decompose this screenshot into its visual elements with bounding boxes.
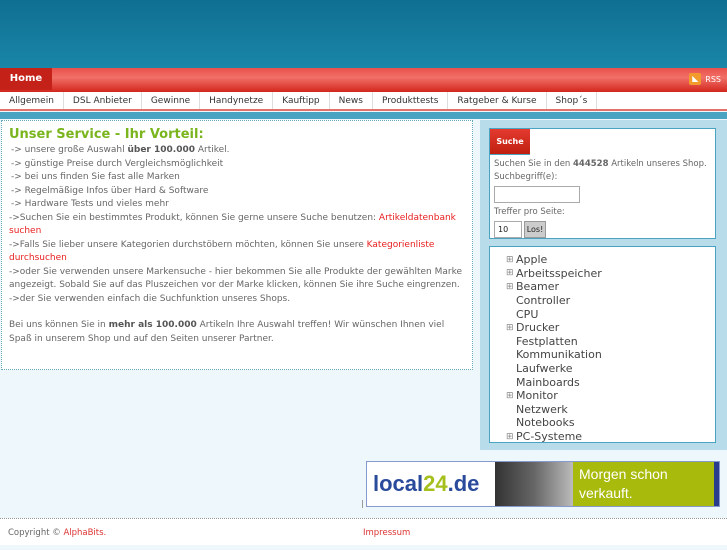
category-label: Apple <box>516 253 548 267</box>
expand-plus-icon[interactable]: ⊞ <box>506 268 516 278</box>
category-label: Laufwerke <box>516 362 573 376</box>
category-label: Arbeitsspeicher <box>516 266 602 280</box>
nav-item[interactable]: Allgemein <box>0 92 64 109</box>
service-item: -> unsere große Auswahl über 100.000 Art… <box>11 145 230 155</box>
category-item[interactable]: ⊞ Apple <box>506 253 715 267</box>
expand-plus-icon[interactable]: ⊞ <box>506 432 516 442</box>
info-text: ->Suchen Sie ein bestimmtes Produkt, kön… <box>9 212 456 237</box>
category-item[interactable]: ⊞ Arbeitsspeicher <box>506 267 715 281</box>
category-label: Monitor <box>516 389 558 403</box>
nav-item[interactable]: DSL Anbieter <box>64 92 142 109</box>
ad-banner[interactable]: local24.de ◎ Morgen schonverkauft. <box>366 461 720 540</box>
category-label: CPU <box>516 307 539 321</box>
per-page-label: Treffer pro Seite: <box>494 207 565 217</box>
category-item[interactable]: ⊞ Beamer <box>506 280 715 294</box>
expand-plus-icon[interactable]: ⊞ <box>506 323 516 333</box>
category-item[interactable]: CPU <box>506 307 715 321</box>
search-box: Suche Suchen Sie in den 444528 Artikeln … <box>489 128 716 239</box>
top-bar: Home ◣ RSS <box>0 68 727 92</box>
info-text: ->Falls Sie lieber unsere Kategorien dur… <box>9 239 435 264</box>
copyright: Copyright © AlphaBits. <box>8 528 107 538</box>
category-label: Notebooks <box>516 416 575 430</box>
category-item[interactable]: ⊞ PC-Systeme <box>506 430 715 444</box>
nav-item[interactable]: Gewinne <box>142 92 201 109</box>
category-item[interactable]: ⊞ Monitor <box>506 389 715 403</box>
expand-plus-icon[interactable]: ⊞ <box>506 255 516 265</box>
category-label: Kommunikation <box>516 348 602 362</box>
divider <box>0 112 727 119</box>
category-item[interactable]: Festplatten <box>506 335 715 349</box>
info-text: ->der Sie verwenden einfach die Suchfunk… <box>9 293 291 304</box>
rss-icon: ◣ <box>689 73 702 85</box>
category-item[interactable]: Notebooks <box>506 416 715 430</box>
footer: Copyright © AlphaBits. Impressum <box>0 518 727 545</box>
nav-item[interactable]: Shop´s <box>547 92 598 109</box>
info-text: Bei uns können Sie in mehr als 100.000 A… <box>9 320 445 344</box>
search-intro: Suchen Sie in den 444528 Artikeln unsere… <box>494 159 707 169</box>
category-label: Festplatten <box>516 334 578 348</box>
nav-item[interactable]: Produkttests <box>373 92 449 109</box>
category-nav: Allgemein DSL Anbieter Gewinne Handynetze Ka… <box>0 92 727 111</box>
category-item[interactable]: Controller <box>506 294 715 308</box>
impressum-link[interactable]: Impressum <box>363 528 410 538</box>
category-item[interactable]: Kommunikation <box>506 348 715 362</box>
nav-item[interactable]: Ratgeber & Kurse <box>448 92 547 109</box>
category-item[interactable]: Netzwerk <box>506 403 715 417</box>
category-item[interactable]: ⊞ Drucker <box>506 321 715 335</box>
category-item[interactable]: Mainboards <box>506 375 715 389</box>
service-item: -> günstige Preise durch Vergleichsmögli… <box>11 158 224 169</box>
device-image <box>495 462 573 506</box>
info-text: ->oder Sie verwenden unsere Markensuche … <box>9 266 463 291</box>
search-term-label: Suchbegriff(e): <box>494 172 558 182</box>
divider <box>362 500 363 508</box>
brand-link[interactable]: AlphaBits. <box>63 528 106 538</box>
home-link[interactable]: Home <box>0 68 52 90</box>
expand-plus-icon[interactable]: ⊞ <box>506 391 516 401</box>
search-button[interactable]: Los! <box>524 221 546 238</box>
local24-logo: local24.de ◎ <box>373 471 480 540</box>
category-label: PC-Systeme <box>516 430 583 444</box>
rss-link[interactable]: ◣ RSS <box>689 73 721 85</box>
ad-slogan: Morgen schon verkauft. <box>573 462 719 506</box>
nav-item[interactable]: Handynetze <box>200 92 274 109</box>
search-tab[interactable]: Suche <box>490 129 530 155</box>
expand-plus-icon[interactable]: ⊞ <box>506 282 516 292</box>
sidebar: Suche Suchen Sie in den 444528 Artikeln … <box>480 120 727 450</box>
nav-item[interactable]: News <box>330 92 373 109</box>
category-label: Netzwerk <box>516 402 568 416</box>
nav-item[interactable]: Kauftipp <box>273 92 330 109</box>
header-banner <box>0 0 727 68</box>
per-page-input[interactable]: 10 <box>494 221 522 238</box>
category-tree: ⊞ Apple ⊞ Arbeitsspeicher ⊞ Beamer Controller C… <box>489 246 716 443</box>
category-label: Mainboards <box>516 375 580 389</box>
category-label: Controller <box>516 294 571 308</box>
category-label: Drucker <box>516 321 560 335</box>
service-item: -> Hardware Tests und vieles mehr <box>11 199 169 209</box>
service-item: -> Regelmäßige Infos über Hard & Softwar… <box>11 185 209 196</box>
rss-label: RSS <box>705 74 721 84</box>
service-title: Unser Service - Ihr Vorteil: <box>9 127 204 142</box>
search-input[interactable] <box>494 186 580 203</box>
category-item[interactable]: Laufwerke <box>506 362 715 376</box>
service-item: -> bei uns finden Sie fast alle Marken <box>11 172 180 182</box>
service-panel: Unser Service - Ihr Vorteil: -> unsere g… <box>1 120 473 370</box>
category-label: Beamer <box>516 280 560 294</box>
